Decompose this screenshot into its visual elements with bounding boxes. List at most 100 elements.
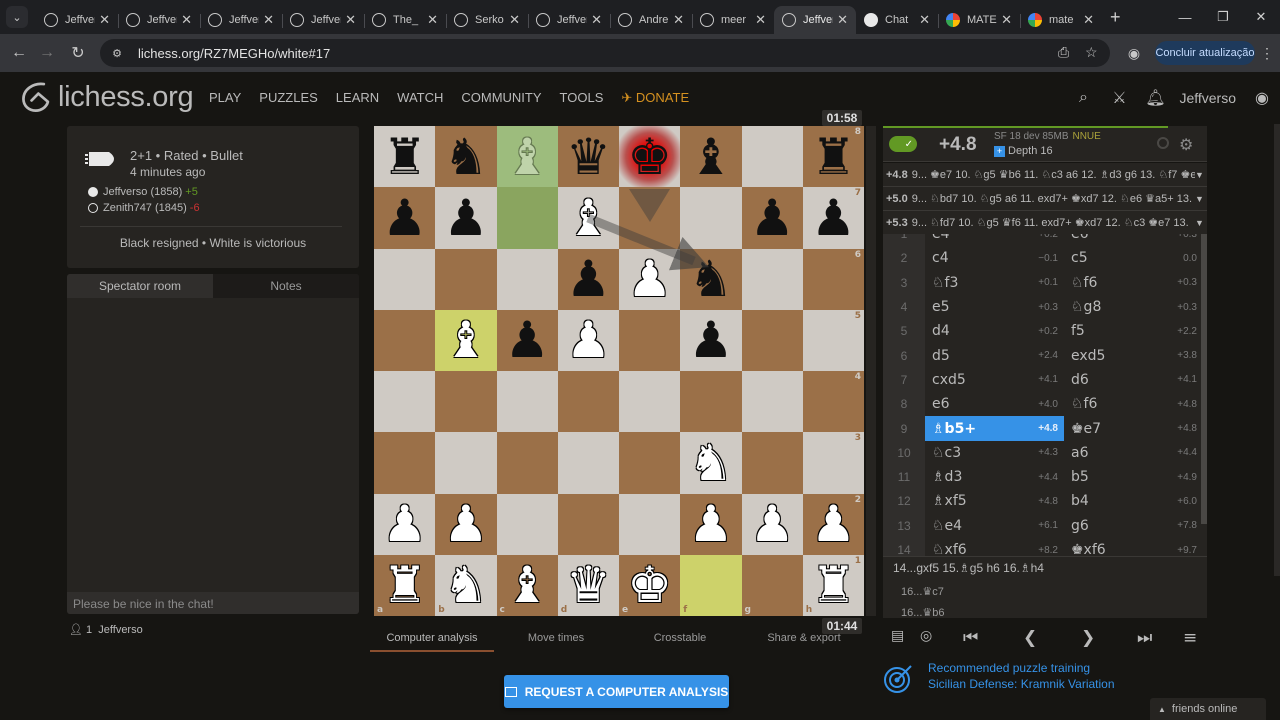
chat-input[interactable]: Please be nice in the chat!: [67, 592, 359, 614]
square-h5[interactable]: 5: [802, 309, 864, 371]
variation-sub-line[interactable]: 16...♛c7: [901, 585, 944, 598]
close-tab-icon[interactable]: ✕: [181, 12, 192, 28]
white-move[interactable]: c4 −0.1: [925, 246, 1064, 270]
square-d8[interactable]: ♛: [557, 126, 619, 188]
black-bishop-piece[interactable]: ♝: [688, 132, 733, 182]
black-move[interactable]: exd5 +3.8: [1064, 343, 1203, 367]
nav-tools[interactable]: TOOLS: [560, 90, 604, 106]
square-f6[interactable]: ♞: [680, 248, 742, 310]
square-f4[interactable]: [680, 371, 742, 433]
white-bishop-piece[interactable]: ♝: [566, 193, 611, 243]
white-move[interactable]: e4 +0.2: [925, 234, 1064, 246]
white-move[interactable]: ♘f3 +0.1: [925, 271, 1064, 295]
square-d5[interactable]: ♟: [557, 309, 619, 371]
variation-sub-line[interactable]: 16...♛b6: [901, 606, 945, 619]
browser-tab[interactable]: Jeffverso ✕: [36, 6, 118, 34]
nav-puzzles[interactable]: PUZZLES: [259, 90, 318, 106]
square-c1[interactable]: ♝ c: [496, 554, 558, 616]
site-logo[interactable]: lichess.org: [18, 80, 194, 114]
square-d4[interactable]: [557, 371, 619, 433]
white-move[interactable]: ♗xf5 +4.8: [925, 489, 1064, 513]
white-queen-piece[interactable]: ♛: [566, 560, 611, 610]
browser-tab[interactable]: The_ ✕: [364, 6, 446, 34]
omnibox[interactable]: ⚙ lichess.org/RZ7MEGHo/white#17 ⎙ ☆: [100, 39, 1110, 67]
white-move[interactable]: ♗d3 +4.4: [925, 465, 1064, 489]
square-a1[interactable]: ♜ a: [374, 554, 436, 616]
square-h2[interactable]: ♟ 2: [802, 493, 864, 555]
nav-play[interactable]: PLAY: [209, 90, 241, 106]
square-a8[interactable]: ♜: [374, 126, 436, 188]
white-bishop-piece[interactable]: ♝: [505, 560, 550, 610]
tab-computer-analysis[interactable]: Computer analysis: [370, 632, 494, 652]
pv-line[interactable]: +5.0 9... ♘bd7 10. ♘g5 a6 11. exd7+ ♚xd7 …: [883, 187, 1207, 211]
black-move[interactable]: ♚xf6 +9.7: [1064, 538, 1203, 556]
reload-button[interactable]: ↻: [67, 42, 89, 64]
tab-move-times[interactable]: Move times: [494, 632, 618, 652]
square-e7[interactable]: [619, 187, 681, 249]
tab-notes[interactable]: Notes: [213, 274, 359, 298]
white-move[interactable]: ♘e4 +6.1: [925, 514, 1064, 538]
browser-tab[interactable]: Jeffverso ✕: [528, 6, 610, 34]
square-e8[interactable]: ♚: [619, 126, 681, 188]
install-app-icon[interactable]: ⎙: [1058, 44, 1069, 61]
square-f2[interactable]: ♟: [680, 493, 742, 555]
black-move[interactable]: g6 +7.8: [1064, 514, 1203, 538]
user-avatar-icon[interactable]: ◉: [1250, 86, 1274, 110]
tab-spectator-room[interactable]: Spectator room: [67, 274, 213, 298]
black-pawn-piece[interactable]: ♟: [443, 193, 488, 243]
browser-tab[interactable]: Chat ✕: [856, 6, 938, 34]
black-pawn-piece[interactable]: ♟: [505, 315, 550, 365]
square-e5[interactable]: [619, 309, 681, 371]
minimize-button[interactable]: —: [1166, 0, 1204, 34]
page-scrollbar[interactable]: [1274, 124, 1280, 576]
move-list-scroll-thumb[interactable]: [1201, 234, 1207, 524]
square-g1[interactable]: g: [741, 554, 803, 616]
black-player[interactable]: Zenith747 (1845) -6: [88, 202, 200, 214]
white-move[interactable]: d4 +0.2: [925, 319, 1064, 343]
white-move[interactable]: d5 +2.4: [925, 343, 1064, 367]
square-b3[interactable]: [435, 432, 497, 494]
maximize-button[interactable]: ❐: [1204, 0, 1242, 34]
black-move[interactable]: a6 +4.4: [1064, 441, 1203, 465]
black-move[interactable]: ♘f6 +0.3: [1064, 271, 1203, 295]
menu-icon[interactable]: ≡: [1183, 628, 1197, 648]
close-tab-icon[interactable]: ✕: [919, 12, 930, 28]
square-c2[interactable]: [496, 493, 558, 555]
new-tab-button[interactable]: +: [1110, 7, 1121, 28]
user-menu[interactable]: Jeffverso: [1179, 90, 1236, 106]
black-move[interactable]: b5 +4.9: [1064, 465, 1203, 489]
puzzle-reco-theme[interactable]: Sicilian Defense: Kramnik Variation: [928, 677, 1115, 691]
square-b4[interactable]: [435, 371, 497, 433]
pv-line[interactable]: +4.8 9... ♚e7 10. ♘g5 ♛b6 11. ♘c3 a6 12. …: [883, 163, 1207, 187]
square-a3[interactable]: [374, 432, 436, 494]
square-g3[interactable]: [741, 432, 803, 494]
square-c8[interactable]: ♝: [496, 126, 558, 188]
next-move-icon[interactable]: ❯: [1081, 628, 1095, 648]
square-f5[interactable]: ♟: [680, 309, 742, 371]
square-c3[interactable]: [496, 432, 558, 494]
square-c7[interactable]: [496, 187, 558, 249]
depth-plus-icon[interactable]: +: [994, 145, 1005, 157]
black-rook-piece[interactable]: ♜: [382, 132, 427, 182]
square-c4[interactable]: [496, 371, 558, 433]
move-list-scrollbar[interactable]: [1201, 234, 1207, 524]
square-e6[interactable]: ♟: [619, 248, 681, 310]
nav-watch[interactable]: WATCH: [397, 90, 443, 106]
square-g5[interactable]: [741, 309, 803, 371]
back-button[interactable]: ←: [8, 42, 30, 64]
tab-search-dropdown-icon[interactable]: ⌄: [6, 6, 28, 28]
white-move[interactable]: ♘xf6 +8.2: [925, 538, 1064, 556]
square-h8[interactable]: ♜ 8: [802, 126, 864, 188]
forward-button[interactable]: →: [36, 42, 58, 64]
black-move[interactable]: c5 0.0: [1064, 246, 1203, 270]
square-e4[interactable]: [619, 371, 681, 433]
browser-tab[interactable]: Jeffverso ✕: [282, 6, 364, 34]
close-tab-icon[interactable]: ✕: [837, 12, 848, 28]
challenges-icon[interactable]: ⚔: [1107, 86, 1131, 110]
white-move[interactable]: ♗b5+ +4.8: [925, 416, 1064, 441]
square-b7[interactable]: ♟: [435, 187, 497, 249]
square-h4[interactable]: 4: [802, 371, 864, 433]
bookmark-star-icon[interactable]: ☆: [1085, 44, 1098, 61]
puzzle-reco-title[interactable]: Recommended puzzle training: [928, 661, 1090, 675]
black-pawn-piece[interactable]: ♟: [811, 193, 856, 243]
